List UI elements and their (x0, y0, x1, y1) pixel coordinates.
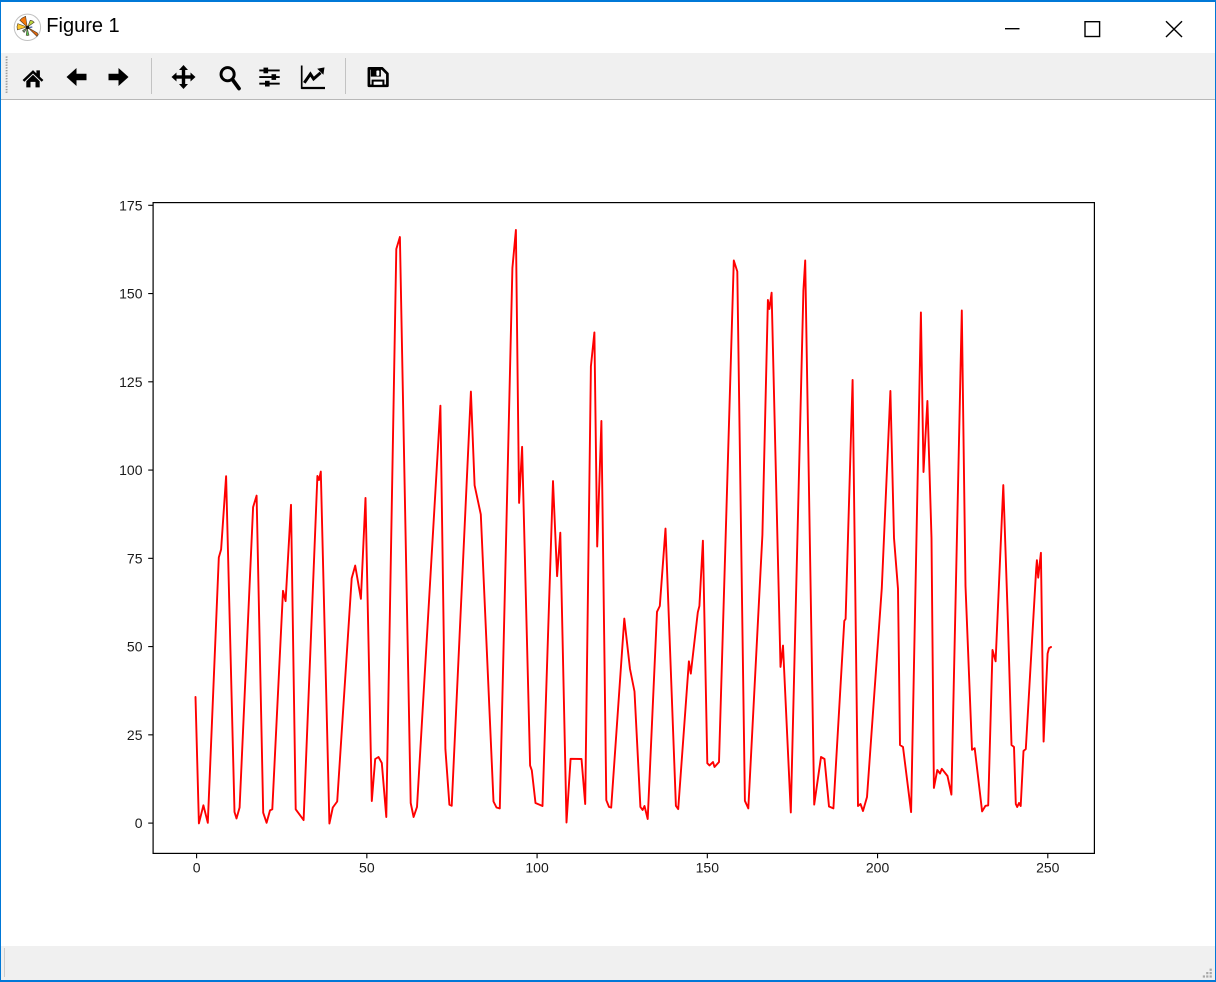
svg-text:0: 0 (135, 815, 143, 831)
svg-text:100: 100 (525, 860, 549, 876)
svg-text:250: 250 (1036, 860, 1060, 876)
svg-text:125: 125 (119, 374, 143, 390)
svg-text:50: 50 (127, 639, 143, 655)
svg-text:25: 25 (127, 727, 143, 743)
svg-text:75: 75 (127, 550, 143, 566)
svg-text:175: 175 (119, 197, 143, 213)
svg-text:100: 100 (119, 462, 143, 478)
svg-text:200: 200 (866, 860, 890, 876)
svg-text:0: 0 (193, 860, 201, 876)
svg-text:50: 50 (359, 860, 375, 876)
svg-text:150: 150 (119, 286, 143, 302)
svg-text:150: 150 (696, 860, 720, 876)
